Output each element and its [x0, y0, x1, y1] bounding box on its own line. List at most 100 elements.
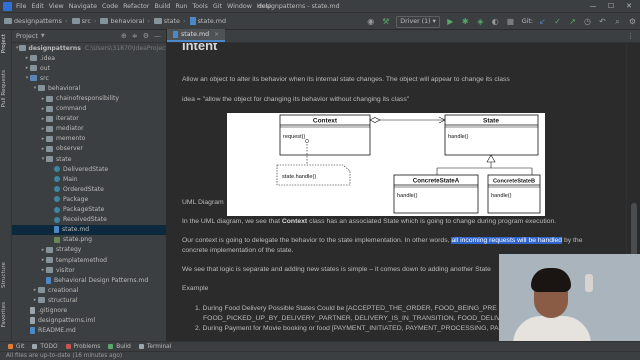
tree-item-iterator[interactable]: ▸ iterator: [12, 114, 166, 124]
tree-item-out[interactable]: ▸ out: [12, 63, 166, 73]
tree-item-deliveredstate[interactable]: DeliveredState: [12, 164, 166, 174]
git-commit-icon[interactable]: ✓: [552, 16, 563, 27]
maximize-button[interactable]: ☐: [602, 1, 620, 12]
tree-item-orderedstate[interactable]: OrderedState: [12, 184, 166, 194]
menu-view[interactable]: View: [49, 3, 64, 10]
tree-item-readme-md[interactable]: README.md: [12, 326, 166, 336]
menu-run[interactable]: Run: [175, 3, 187, 10]
tree-item-label: iterator: [56, 115, 79, 123]
tree-item-state-png[interactable]: state.png: [12, 235, 166, 245]
rollback-icon[interactable]: ↶: [597, 16, 608, 27]
tree-item-structural[interactable]: ▸ structural: [12, 295, 166, 305]
tree-item-package[interactable]: Package: [12, 194, 166, 204]
tree-item-creational[interactable]: ▸ creational: [12, 285, 166, 295]
breadcrumb-behavioral[interactable]: behavioral: [110, 17, 144, 25]
structure-tool-tab[interactable]: Structure: [1, 262, 7, 288]
tree-item-visitor[interactable]: ▸ visitor: [12, 265, 166, 275]
tree-item-state-md[interactable]: state.md: [12, 224, 166, 235]
project-panel-header: Project ▼ ⊕ ≑ ⚙ —: [12, 30, 166, 43]
menu-git[interactable]: Git: [213, 3, 222, 10]
pull-requests-tool-tab[interactable]: Pull Requests: [1, 70, 7, 107]
git-push-icon[interactable]: ↗: [567, 16, 578, 27]
folder-icon: [46, 135, 53, 142]
tree-item-label: ReceivedState: [63, 216, 107, 224]
breadcrumb-state[interactable]: state: [164, 17, 180, 25]
tree-item--idea[interactable]: ▸ .idea: [12, 53, 166, 63]
tree-item-command[interactable]: ▸ command: [12, 104, 166, 114]
tree-item-src[interactable]: ▾ src: [12, 73, 166, 83]
tree-item-label: creational: [48, 286, 79, 294]
tree-item-mediator[interactable]: ▸ mediator: [12, 124, 166, 134]
run-icon[interactable]: ▶: [445, 16, 456, 27]
menu-file[interactable]: File: [16, 3, 27, 10]
uml-diagram-graphic: Context request() State handle() state.h…: [276, 114, 541, 214]
locate-file-icon[interactable]: ⊕: [121, 32, 127, 40]
tree-item-templatemethod[interactable]: ▸ templatemethod: [12, 255, 166, 265]
minimize-button[interactable]: —: [584, 1, 602, 12]
menu-navigate[interactable]: Navigate: [69, 3, 97, 10]
tree-item-behavioral-design-patterns-md[interactable]: Behavioral Design Patterns.md: [12, 275, 166, 285]
collapse-all-icon[interactable]: ≑: [132, 32, 138, 40]
breadcrumb-project[interactable]: designpatterns: [14, 17, 62, 25]
tree-item-label: OrderedState: [63, 185, 104, 193]
tool-build[interactable]: Build: [108, 344, 131, 350]
project-tool-tab[interactable]: Project: [1, 34, 7, 53]
menu-build[interactable]: Build: [155, 3, 171, 10]
history-icon[interactable]: ◷: [582, 16, 593, 27]
menu-tools[interactable]: Tools: [192, 3, 208, 10]
java-class-icon: [54, 216, 60, 223]
search-icon[interactable]: ⌕: [612, 16, 623, 27]
menu-refactor[interactable]: Refactor: [123, 3, 149, 10]
list-item-2: 2. During Payment for Movie booking or f…: [195, 325, 499, 332]
tool-todo[interactable]: TODO: [32, 343, 58, 350]
chevron-down-icon[interactable]: ▼: [41, 33, 45, 39]
favorites-tool-tab[interactable]: Favorites: [1, 302, 7, 327]
git-update-icon[interactable]: ↙: [537, 16, 548, 27]
tool-problems[interactable]: Problems: [65, 344, 100, 350]
markdown-file-icon: [54, 226, 59, 234]
menu-edit[interactable]: Edit: [32, 3, 44, 10]
run-configuration-select[interactable]: Driver (1) ▾: [396, 15, 440, 28]
tree-item-designpatterns-iml[interactable]: designpatterns.iml: [12, 316, 166, 326]
debug-icon[interactable]: ✱: [460, 16, 471, 27]
profile-icon[interactable]: ◐: [490, 16, 501, 27]
tree-item-chainofresponsibility[interactable]: ▸ chainofresponsibility: [12, 93, 166, 103]
menu-window[interactable]: Window: [227, 3, 252, 10]
breadcrumb-src[interactable]: src: [82, 17, 91, 25]
uml-state-title: State: [483, 118, 499, 125]
tree-item-receivedstate[interactable]: ReceivedState: [12, 215, 166, 225]
close-tab-icon[interactable]: ×: [214, 31, 219, 38]
tab-state-md[interactable]: state.md ×: [167, 29, 226, 42]
selected-text-highlight[interactable]: all incoming requests will be handled: [451, 237, 563, 244]
tool-terminal[interactable]: Terminal: [138, 344, 171, 350]
tool-build-label: Build: [116, 343, 131, 350]
tree-item-label: structural: [48, 296, 78, 304]
user-icon[interactable]: ◉: [365, 16, 376, 27]
uml-note-text: state.handle(): [282, 174, 316, 180]
project-panel-title[interactable]: Project: [16, 32, 38, 40]
tree-item-main[interactable]: Main: [12, 174, 166, 184]
tree-item-behavioral[interactable]: ▾ behavioral: [12, 83, 166, 93]
project-tree: ▾ designpatterns C:\Users\31870\IdeaProjec…: [12, 43, 166, 336]
tool-git[interactable]: Git: [8, 344, 24, 350]
stop-icon[interactable]: ■: [505, 16, 516, 27]
tree-item-packagestate[interactable]: PackageState: [12, 205, 166, 215]
tree-item-memento[interactable]: ▸ memento: [12, 134, 166, 144]
menu-code[interactable]: Code: [102, 3, 118, 10]
tree-item-label: README.md: [38, 327, 76, 335]
tree-item-designpatterns[interactable]: ▾ designpatterns C:\Users\31870\IdeaProjec…: [12, 43, 166, 53]
tree-item--gitignore[interactable]: .gitignore: [12, 305, 166, 315]
coverage-icon[interactable]: ◈: [475, 16, 486, 27]
intellij-logo-icon: [3, 1, 12, 11]
hide-panel-icon[interactable]: —: [154, 32, 161, 40]
settings-icon[interactable]: ⚙: [627, 16, 638, 27]
tool-todo-label: TODO: [40, 343, 58, 350]
tree-item-state[interactable]: ▾ state: [12, 154, 166, 164]
breadcrumb-file[interactable]: state.md: [198, 17, 227, 25]
more-tabs-icon[interactable]: ⋮: [627, 32, 634, 40]
close-window-button[interactable]: ✕: [620, 1, 638, 12]
build-hammer-icon[interactable]: ⚒: [380, 16, 391, 27]
tree-item-strategy[interactable]: ▸ strategy: [12, 245, 166, 255]
tree-item-observer[interactable]: ▸ observer: [12, 144, 166, 154]
gear-icon[interactable]: ⚙: [143, 32, 149, 40]
